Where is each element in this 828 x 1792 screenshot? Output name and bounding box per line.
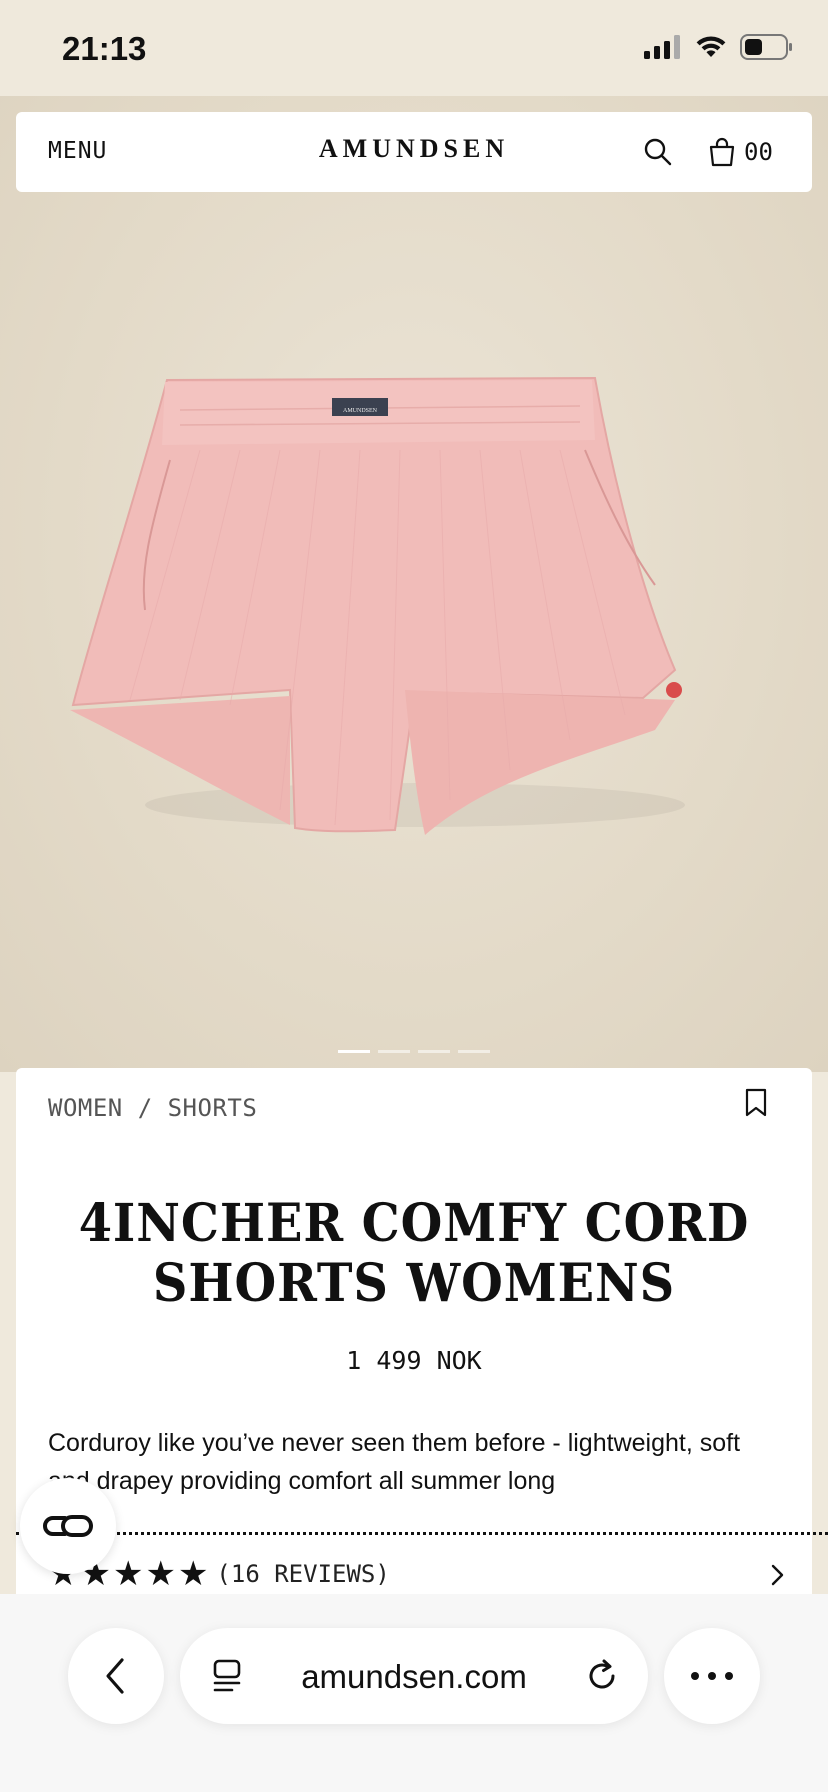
search-button[interactable] — [642, 136, 674, 168]
chevron-left-icon — [106, 1658, 124, 1694]
more-button[interactable] — [664, 1628, 760, 1724]
carousel-dot[interactable] — [458, 1050, 490, 1053]
star-icon: ★ — [177, 1555, 211, 1593]
cart-count: 00 — [744, 138, 773, 166]
cart-button[interactable]: 00 — [708, 134, 773, 170]
back-button[interactable] — [68, 1628, 164, 1724]
url-text: amundsen.com — [301, 1658, 527, 1695]
carousel-dot[interactable] — [418, 1050, 450, 1053]
reviews-link[interactable]: ★★★★★ (16 REVIEWS) — [48, 1554, 788, 1594]
carousel-dot[interactable] — [378, 1050, 410, 1053]
shopping-bag-icon — [709, 137, 735, 167]
wifi-icon — [696, 36, 726, 57]
product-price: 1 499 NOK — [346, 1346, 482, 1375]
product-title-line-2: SHORTS WOMENS — [152, 1253, 676, 1314]
signal-icon — [644, 35, 680, 59]
star-icon: ★ — [112, 1555, 146, 1593]
carousel-indicator — [338, 1050, 490, 1053]
wishlist-button[interactable] — [744, 1088, 772, 1122]
reload-icon[interactable] — [584, 1658, 620, 1694]
status-bar: 21:13 — [0, 0, 828, 96]
chat-icon — [43, 1515, 93, 1537]
breadcrumb[interactable]: WOMEN / SHORTS — [48, 1094, 257, 1122]
brand-logo[interactable]: AMUNDSEN — [16, 134, 812, 164]
status-icons — [644, 34, 794, 60]
carousel-dot[interactable] — [338, 1050, 370, 1053]
search-icon — [644, 138, 672, 166]
bookmark-icon — [745, 1088, 767, 1117]
browser-toolbar: amundsen.com — [0, 1594, 828, 1792]
product-description: Corduroy like you’ve never seen them bef… — [48, 1429, 741, 1495]
chevron-right-icon — [771, 1564, 784, 1586]
product-info-card: WOMEN / SHORTS 4INCHER COMFY CORD SHORTS… — [16, 1068, 828, 1628]
status-time: 21:13 — [62, 30, 147, 67]
divider — [16, 1532, 828, 1535]
product-image-label: AMUNDSEN — [343, 408, 378, 414]
product-title-line-1: 4INCHER COMFY CORD — [78, 1193, 750, 1254]
address-bar[interactable]: amundsen.com — [180, 1628, 648, 1724]
site-header: MENU AMUNDSEN 00 — [16, 112, 812, 192]
chat-button[interactable] — [20, 1478, 116, 1574]
product-image: AMUNDSEN — [70, 376, 685, 835]
star-icon: ★ — [145, 1555, 178, 1593]
reviews-count: (16 REVIEWS) — [216, 1560, 390, 1588]
battery-icon — [740, 34, 792, 60]
product-title: 4INCHER COMFY CORD SHORTS WOMENS — [75, 1194, 752, 1314]
more-icon — [691, 1672, 733, 1680]
